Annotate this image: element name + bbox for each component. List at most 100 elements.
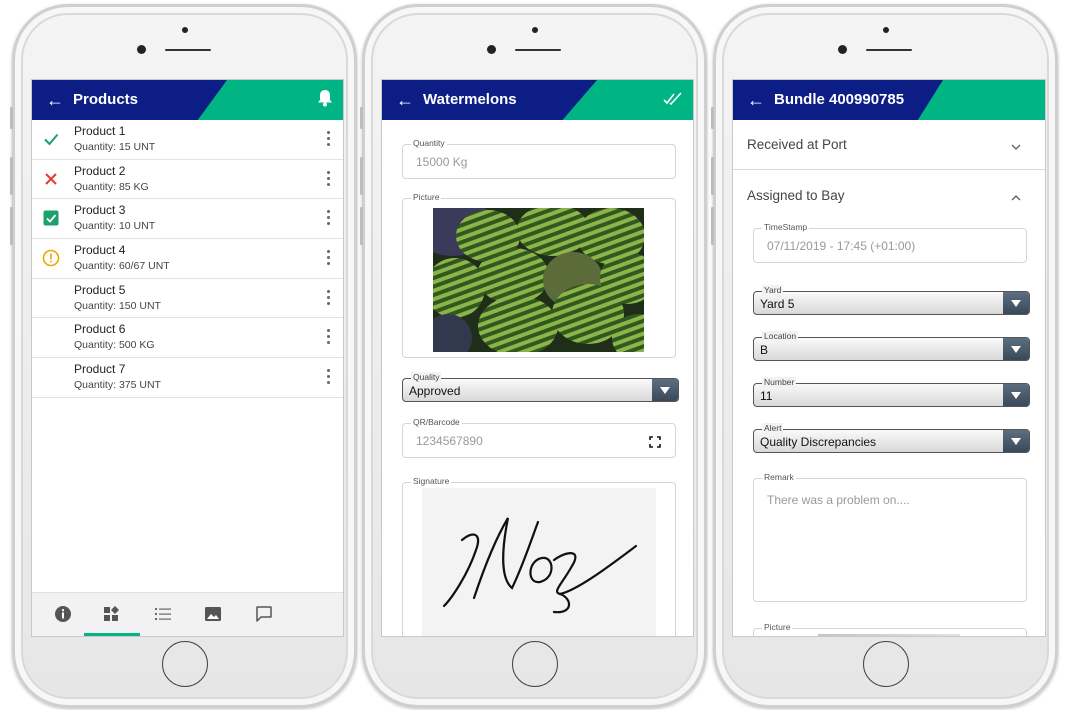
- bell-icon[interactable]: [317, 89, 333, 112]
- page-title: Products: [73, 91, 139, 108]
- proximity-sensor: [882, 27, 889, 33]
- location-label: Location: [762, 331, 799, 342]
- bundle-header: ← Bundle 400990785: [733, 80, 1045, 120]
- product-quantity: Quantity: 85 KG: [74, 180, 149, 193]
- product-name: Product 3: [74, 203, 126, 218]
- active-tab-indicator: [84, 633, 140, 636]
- volume-down-key: [360, 207, 363, 245]
- quality-label: Quality: [411, 372, 442, 383]
- more-vertical-icon[interactable]: [327, 329, 331, 345]
- bundle-screen: ← Bundle 400990785 Received at Port Assi…: [732, 79, 1046, 637]
- more-vertical-icon[interactable]: [327, 369, 331, 385]
- product-row[interactable]: Product 5 Quantity: 150 UNT: [32, 279, 343, 319]
- product-row[interactable]: Product 1 Quantity: 15 UNT: [32, 120, 343, 160]
- home-button[interactable]: [862, 641, 909, 687]
- barcode-field[interactable]: QR/Barcode 1234567890: [402, 417, 676, 458]
- yard-label: Yard: [762, 285, 784, 296]
- dashboard-icon[interactable]: [103, 605, 121, 623]
- product-quantity: Quantity: 60/67 UNT: [74, 260, 170, 273]
- timestamp-field[interactable]: TimeStamp 07/11/2019 - 17:45 (+01:00): [753, 222, 1027, 263]
- accordion-title: Received at Port: [747, 137, 847, 152]
- checkbox-checked-icon: [42, 209, 60, 227]
- warning-icon: [42, 249, 60, 267]
- product-row[interactable]: Product 3 Quantity: 10 UNT: [32, 199, 343, 240]
- signature-pad[interactable]: [422, 488, 656, 636]
- check-icon: [42, 130, 60, 148]
- quality-select[interactable]: Quality Approved: [402, 372, 679, 402]
- product-row[interactable]: Product 2 Quantity: 85 KG: [32, 160, 343, 200]
- product-row[interactable]: Product 7 Quantity: 375 UNT: [32, 358, 343, 398]
- phone-frame-bundle: ← Bundle 400990785 Received at Port Assi…: [711, 4, 1058, 708]
- quantity-label: Quantity: [411, 138, 447, 149]
- more-vertical-icon[interactable]: [327, 250, 331, 266]
- mute-switch: [10, 107, 13, 129]
- dropdown-arrow-icon[interactable]: [1003, 430, 1029, 452]
- image-icon[interactable]: [204, 605, 222, 623]
- alert-select[interactable]: Alert Quality Discrepancies: [753, 423, 1030, 453]
- mute-switch: [711, 107, 714, 129]
- chevron-up-icon[interactable]: [1011, 190, 1021, 201]
- volume-up-key: [360, 157, 363, 195]
- yard-select[interactable]: Yard Yard 5: [753, 285, 1030, 315]
- dropdown-arrow-icon[interactable]: [1003, 384, 1029, 406]
- volume-up-key: [10, 157, 13, 195]
- alert-label: Alert: [762, 423, 784, 434]
- earpiece-speaker: [866, 49, 912, 51]
- accordion-received-at-port[interactable]: Received at Port: [733, 120, 1045, 170]
- close-icon: [42, 170, 60, 188]
- phone-frame-products: ← Products Product 1 Quantity: 15 UNT Prod…: [10, 4, 357, 708]
- double-check-icon[interactable]: [663, 92, 683, 111]
- more-vertical-icon[interactable]: [327, 289, 331, 306]
- accordion-assigned-to-bay[interactable]: Assigned to Bay: [733, 171, 1045, 221]
- home-button[interactable]: [511, 641, 558, 687]
- more-vertical-icon[interactable]: [327, 131, 331, 147]
- product-quantity: Quantity: 15 UNT: [74, 141, 156, 153]
- number-label: Number: [762, 377, 797, 388]
- product-quantity: Quantity: 10 UNT: [74, 220, 156, 233]
- quantity-field[interactable]: Quantity 15000 Kg: [402, 138, 676, 179]
- remark-field[interactable]: Remark There was a problem on....: [753, 472, 1027, 602]
- mute-switch: [360, 107, 363, 129]
- quality-value: Approved: [409, 384, 461, 398]
- volume-up-key: [711, 157, 714, 195]
- arrow-left-icon[interactable]: ←: [747, 89, 765, 111]
- product-row[interactable]: Product 6 Quantity: 500 KG: [32, 318, 343, 359]
- watermelons-screen: ← Watermelons Quantity 15000 Kg Picture: [381, 79, 694, 637]
- phone-frame-watermelons: ← Watermelons Quantity 15000 Kg Picture: [360, 4, 707, 708]
- number-select[interactable]: Number 11: [753, 377, 1030, 407]
- picture-label: Picture: [762, 622, 793, 633]
- proximity-sensor: [531, 27, 538, 33]
- timestamp-label: TimeStamp: [762, 222, 810, 233]
- alert-value: Quality Discrepancies: [760, 435, 877, 449]
- list-icon[interactable]: [154, 605, 172, 623]
- dropdown-arrow-icon[interactable]: [1003, 292, 1029, 314]
- barcode-value: 1234567890: [416, 434, 483, 448]
- chevron-down-icon[interactable]: [1011, 139, 1021, 150]
- arrow-left-icon[interactable]: ←: [396, 89, 414, 111]
- info-icon[interactable]: [54, 605, 72, 623]
- home-button[interactable]: [161, 641, 208, 687]
- dropdown-arrow-icon[interactable]: [1003, 338, 1029, 360]
- product-row[interactable]: Product 4 Quantity: 60/67 UNT: [32, 239, 343, 279]
- volume-down-key: [711, 207, 714, 245]
- front-camera: [838, 45, 847, 54]
- watermelon-photo[interactable]: [433, 208, 644, 352]
- remark-placeholder: There was a problem on....: [767, 493, 910, 507]
- quantity-value: 15000 Kg: [416, 155, 468, 169]
- more-vertical-icon[interactable]: [327, 170, 331, 187]
- volume-down-key: [10, 207, 13, 245]
- picture-label: Picture: [411, 192, 442, 203]
- chat-icon[interactable]: [255, 605, 273, 623]
- product-list: Product 1 Quantity: 15 UNT Product 2 Quanti…: [32, 120, 343, 398]
- bundle-photo[interactable]: [818, 634, 960, 636]
- product-name: Product 2: [74, 163, 126, 178]
- arrow-left-icon[interactable]: ←: [46, 89, 64, 111]
- dropdown-arrow-icon[interactable]: [652, 379, 678, 401]
- more-vertical-icon[interactable]: [327, 210, 331, 226]
- scan-icon[interactable]: [649, 435, 661, 453]
- product-name: Product 5: [74, 282, 126, 297]
- yard-value: Yard 5: [760, 297, 795, 311]
- location-select[interactable]: Location B: [753, 331, 1030, 361]
- signature-field[interactable]: Signature: [402, 476, 676, 636]
- proximity-sensor: [181, 27, 188, 33]
